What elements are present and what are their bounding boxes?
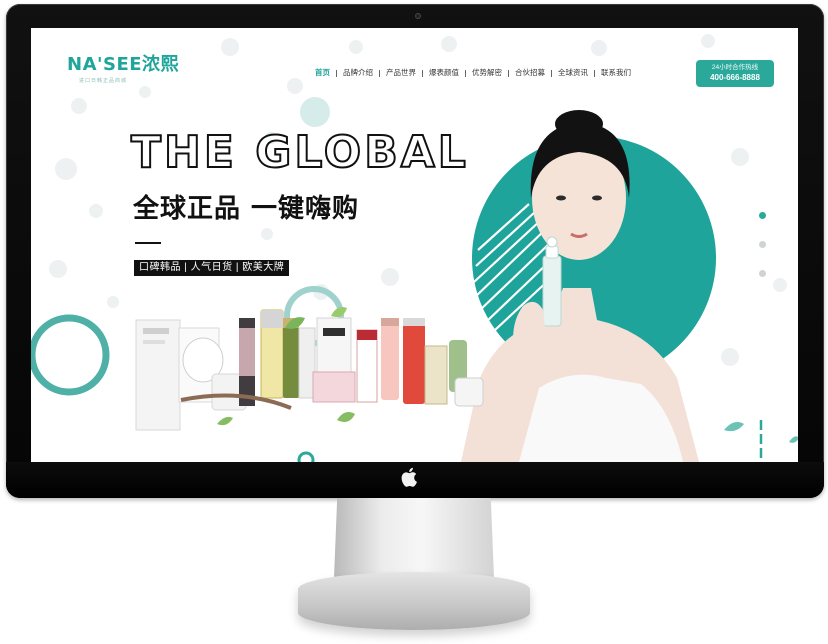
hero-divider xyxy=(135,242,161,244)
nav-divider xyxy=(422,69,423,77)
hero-title: THE GLOBAL xyxy=(130,127,469,179)
monitor-stand-neck xyxy=(334,498,494,578)
nav-item-news[interactable]: 全球资讯 xyxy=(558,68,588,78)
carousel-indicators xyxy=(759,212,767,299)
main-nav: 首页 品牌介绍 产品世界 爆表颜值 优势解密 合伙招募 全球资讯 联系我们 xyxy=(315,68,631,78)
logo-text: NA'SEE浓熙 xyxy=(67,54,180,75)
logo-tagline: 进口日韩正品商城 xyxy=(79,78,128,84)
nav-item-products[interactable]: 产品世界 xyxy=(386,68,416,78)
nav-divider xyxy=(508,69,509,77)
nav-item-partners[interactable]: 合伙招募 xyxy=(515,68,545,78)
nav-item-home[interactable]: 首页 xyxy=(315,68,330,78)
hero-decoration xyxy=(31,97,798,462)
nav-item-contact[interactable]: 联系我们 xyxy=(601,68,631,78)
hotline-label: 24小时合作热线 xyxy=(711,64,759,71)
nav-divider xyxy=(379,69,380,77)
hero-subtitle: 全球正品 一键嗨购 xyxy=(133,194,360,224)
carousel-dot-2[interactable] xyxy=(759,241,766,248)
nav-item-beauty[interactable]: 爆表颜值 xyxy=(429,68,459,78)
nav-divider xyxy=(336,69,337,77)
carousel-dot-3[interactable] xyxy=(759,270,766,277)
hero-tags: 口碑韩品 | 人气日货 | 欧美大牌 xyxy=(134,260,290,276)
camera-icon xyxy=(415,13,421,19)
monitor-stand-base xyxy=(298,572,530,630)
site-header: NA'SEE浓熙 进口日韩正品商城 首页 品牌介绍 产品世界 爆表颜值 优势解密… xyxy=(31,28,798,88)
nav-item-brand-intro[interactable]: 品牌介绍 xyxy=(343,68,373,78)
nav-divider xyxy=(551,69,552,77)
nav-item-advantages[interactable]: 优势解密 xyxy=(472,68,502,78)
apple-logo-icon xyxy=(401,467,417,487)
hotline-number: 400-666-8888 xyxy=(710,73,760,82)
nav-divider xyxy=(594,69,595,77)
nav-divider xyxy=(465,69,466,77)
screen: NA'SEE浓熙 进口日韩正品商城 首页 品牌介绍 产品世界 爆表颜值 优势解密… xyxy=(31,28,798,462)
hotline-badge[interactable]: 24小时合作热线 400-666-8888 xyxy=(696,60,774,87)
carousel-dot-1[interactable] xyxy=(759,212,766,219)
site-logo[interactable]: NA'SEE浓熙 进口日韩正品商城 xyxy=(67,54,180,85)
